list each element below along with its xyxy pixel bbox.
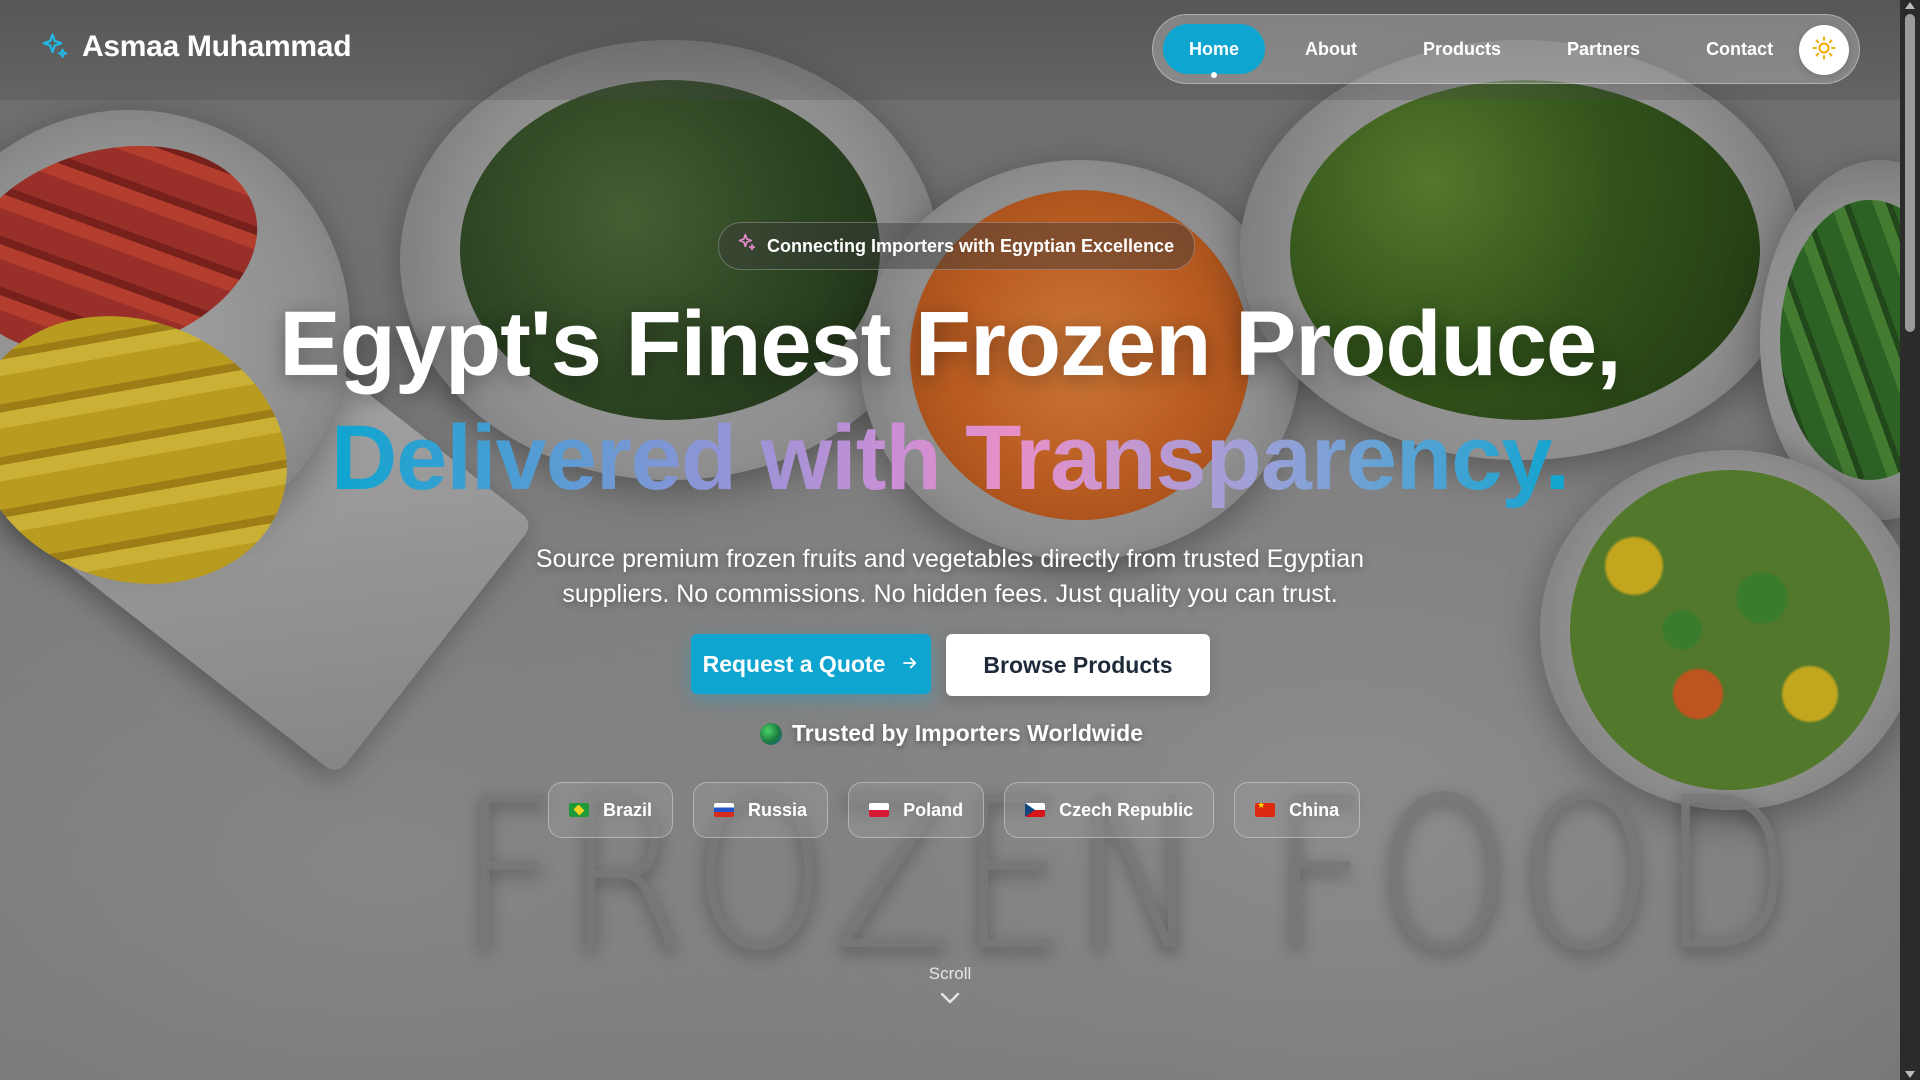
scroll-label: Scroll	[928, 964, 972, 983]
russia-flag-icon	[714, 803, 735, 817]
scroll-indicator[interactable]: Scroll	[900, 964, 1000, 1010]
country-poland[interactable]: Poland	[848, 782, 985, 838]
nav-products[interactable]: Products	[1397, 24, 1527, 74]
request-quote-button[interactable]: Request a Quote	[691, 634, 931, 694]
theme-toggle-button[interactable]	[1799, 25, 1849, 75]
sun-icon	[1812, 36, 1836, 65]
nav-partners[interactable]: Partners	[1541, 24, 1666, 74]
country-label: Czech Republic	[1059, 799, 1194, 820]
brand-name: Asmaa Muhammad	[82, 30, 352, 63]
brand[interactable]: Asmaa Muhammad	[40, 30, 352, 64]
brazil-flag-icon	[569, 803, 589, 817]
hero-badge: Connecting Importers with Egyptian Excel…	[718, 222, 1196, 270]
china-flag-icon	[1255, 803, 1276, 817]
site-header: Asmaa Muhammad Home About Products Partn…	[0, 0, 1900, 100]
main-navigation: Home About Products Partners Contact	[1152, 14, 1860, 84]
hero-title-gradient: Delivered with Transparency.	[0, 410, 1900, 507]
browse-products-button[interactable]: Browse Products	[946, 634, 1210, 696]
trusted-by: Trusted by Importers Worldwide	[760, 720, 1143, 747]
poland-flag-icon	[869, 803, 890, 817]
trusted-label: Trusted by Importers Worldwide	[792, 720, 1144, 746]
country-brazil[interactable]: Brazil	[548, 782, 674, 838]
request-quote-label: Request a Quote	[702, 650, 886, 677]
hero-title-gradient-text: Delivered with Transparency.	[330, 407, 1570, 509]
sparkles-icon	[40, 32, 70, 62]
country-china[interactable]: China	[1234, 782, 1361, 838]
nav-contact[interactable]: Contact	[1680, 24, 1799, 74]
page-scrollbar[interactable]	[1900, 0, 1920, 1080]
country-label: China	[1289, 799, 1340, 820]
scroll-down-arrow-icon[interactable]	[1905, 1071, 1915, 1078]
hero-subtitle: Source premium frozen fruits and vegetab…	[535, 545, 1365, 608]
hero-background: FROZEN FOOD	[0, 0, 1920, 1080]
arrow-right-icon	[901, 651, 919, 678]
country-czech-republic[interactable]: Czech Republic	[1004, 782, 1215, 838]
country-label: Russia	[748, 799, 808, 820]
scrollbar-thumb[interactable]	[1905, 14, 1915, 332]
hero-title: Egypt's Finest Frozen Produce,	[279, 293, 1621, 395]
badge-text: Connecting Importers with Egyptian Excel…	[767, 235, 1175, 256]
sparkles-icon	[737, 233, 757, 259]
country-russia[interactable]: Russia	[693, 782, 829, 838]
country-label: Poland	[903, 799, 964, 820]
scroll-up-arrow-icon[interactable]	[1905, 2, 1915, 9]
chevron-down-icon	[900, 990, 1000, 1010]
nav-about[interactable]: About	[1279, 24, 1383, 74]
country-label: Brazil	[603, 799, 653, 820]
nav-home[interactable]: Home	[1163, 24, 1266, 78]
country-list: Brazil Russia Poland Czech Republic Chin…	[548, 782, 1361, 838]
czech-flag-icon	[1025, 803, 1046, 817]
globe-icon	[760, 722, 782, 745]
